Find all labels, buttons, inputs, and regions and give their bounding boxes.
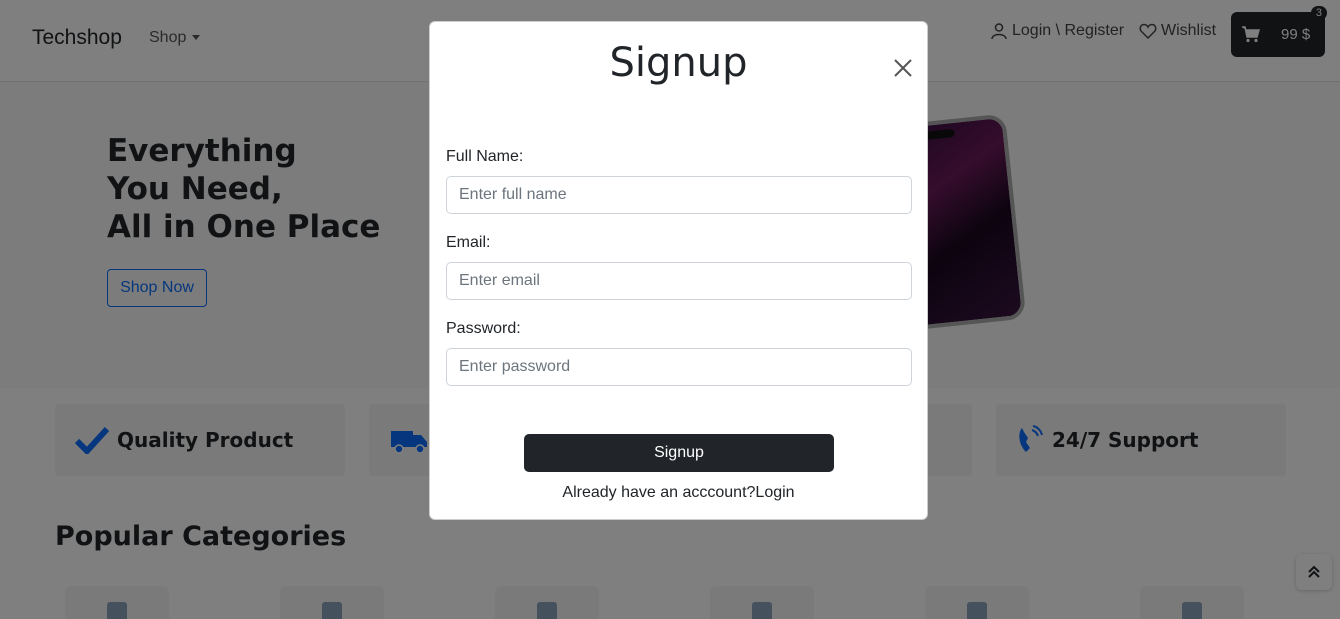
signup-button[interactable]: Signup [524, 434, 834, 472]
email-input[interactable] [446, 262, 912, 300]
close-icon[interactable] [890, 55, 916, 81]
full-name-label: Full Name: [446, 148, 524, 165]
modal-title: Signup [609, 40, 748, 86]
already-account-label: Already have an acccount? [562, 484, 756, 501]
already-account-text: Already have an acccount?Login [430, 484, 927, 502]
full-name-input[interactable] [446, 176, 912, 214]
password-input[interactable] [446, 348, 912, 386]
signup-modal: Signup Full Name: Email: Password: Signu… [429, 21, 928, 520]
login-link[interactable]: Login [755, 484, 794, 501]
email-label: Email: [446, 234, 491, 251]
password-label: Password: [446, 320, 521, 337]
